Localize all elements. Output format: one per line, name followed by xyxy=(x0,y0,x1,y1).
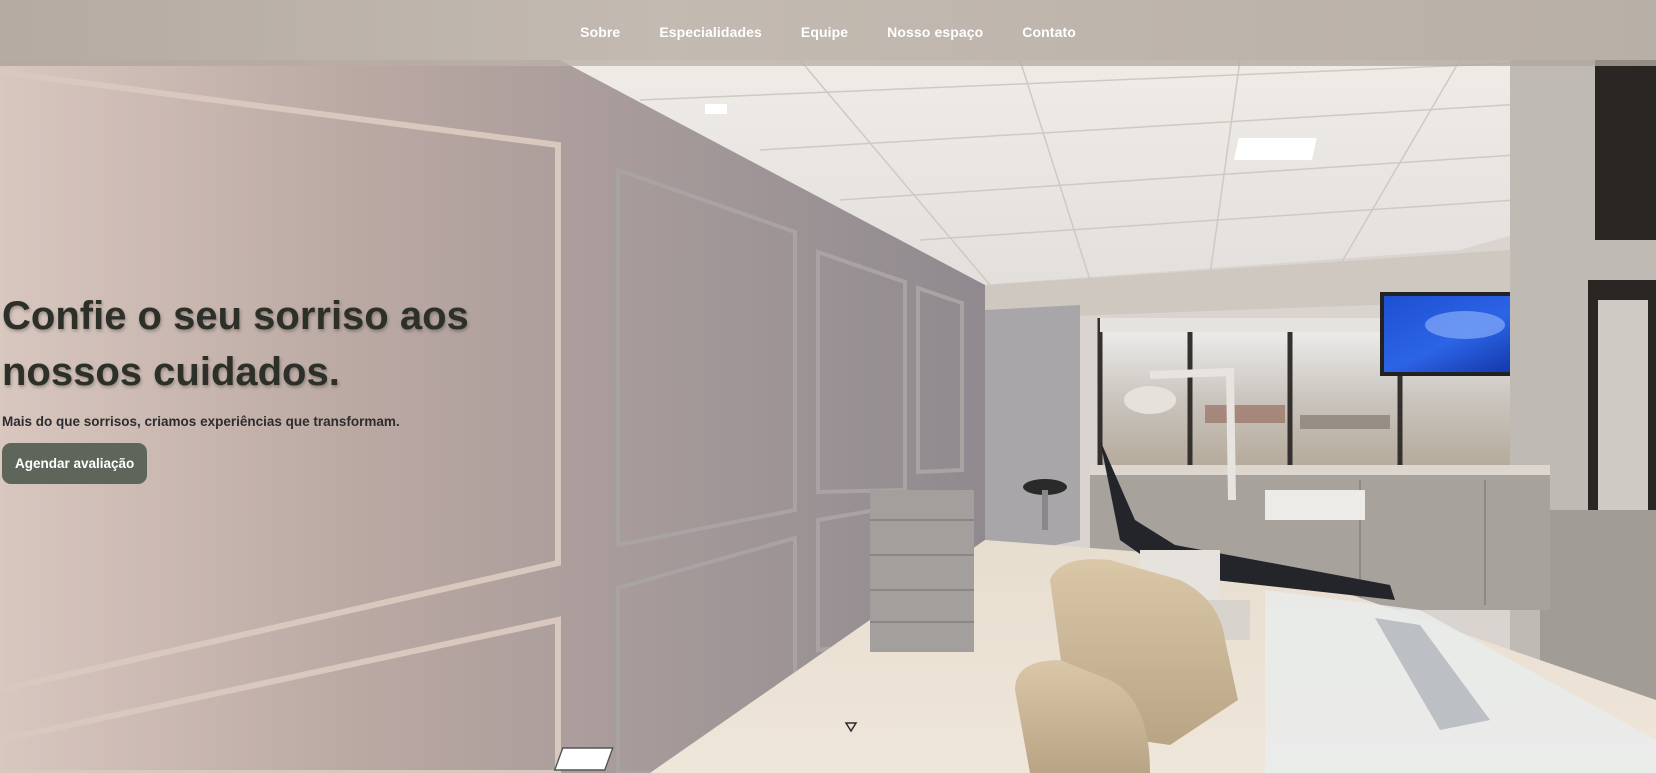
nav-item-equipe: Equipe xyxy=(801,24,848,42)
nav-item-nosso-espaco: Nosso espaço xyxy=(887,24,983,42)
top-navigation: Sobre Especialidades Equipe Nosso espaço… xyxy=(0,0,1656,66)
nav-item-especialidades: Especialidades xyxy=(659,24,762,42)
hero-title-line-1: Confie o seu sorriso aos xyxy=(2,294,469,338)
nav-menu: Sobre Especialidades Equipe Nosso espaço… xyxy=(580,24,1076,42)
nav-link-contato[interactable]: Contato xyxy=(1022,24,1076,40)
hero-title-line-2: nossos cuidados. xyxy=(2,350,340,394)
schedule-evaluation-button[interactable]: Agendar avaliação xyxy=(2,443,148,484)
nav-link-especialidades[interactable]: Especialidades xyxy=(659,24,762,40)
nav-item-contato: Contato xyxy=(1022,24,1076,42)
hero-copy: Confie o seu sorriso aos nossos cuidados… xyxy=(2,288,562,484)
chevron-down-icon[interactable] xyxy=(844,720,858,734)
nav-link-equipe[interactable]: Equipe xyxy=(801,24,848,40)
nav-link-sobre[interactable]: Sobre xyxy=(580,24,620,40)
hero-subtitle: Mais do que sorrisos, criamos experiênci… xyxy=(2,414,400,429)
nav-item-sobre: Sobre xyxy=(580,24,620,42)
hero-title: Confie o seu sorriso aos nossos cuidados… xyxy=(2,288,562,400)
nav-link-nosso-espaco[interactable]: Nosso espaço xyxy=(887,24,983,40)
hero-section: Sobre Especialidades Equipe Nosso espaço… xyxy=(0,0,1656,773)
